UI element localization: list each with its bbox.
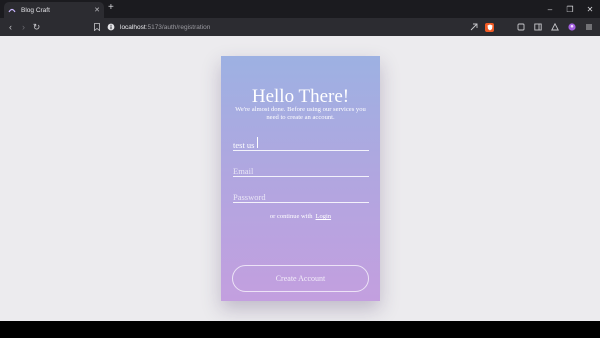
name-input[interactable] [233,137,369,153]
url-path: :5173/auth/registration [145,23,211,31]
email-input[interactable] [233,163,369,179]
password-input[interactable] [233,189,369,205]
maximize-button[interactable]: ❐ [560,0,580,18]
continue-text: or continue with [269,213,313,220]
login-link[interactable]: Login [316,213,332,220]
registration-card: Hello There! We're almost done. Before u… [221,56,380,301]
blog-craft-favicon-icon [8,6,16,14]
brave-shields-icon[interactable] [485,22,494,32]
window-controls: – ❐ ✕ [540,0,600,18]
rewards-icon[interactable] [550,21,560,33]
page-viewport: Hello There! We're almost done. Before u… [0,36,600,321]
reload-button[interactable]: ↻ [30,18,43,36]
site-info-icon[interactable] [106,23,116,31]
tab-bar: Blog Craft ✕ + – ❐ ✕ [0,0,600,18]
text-cursor [257,137,258,148]
forward-button[interactable]: › [17,18,30,36]
minimize-button[interactable]: – [540,0,560,18]
page-title: Hello There! [251,86,350,107]
page-subtitle: We're almost done. Before using our serv… [235,106,366,121]
url-text[interactable]: localhost:5173/auth/registration [120,24,210,31]
tab-blog-craft[interactable]: Blog Craft ✕ [4,2,104,18]
profile-icon[interactable] [567,21,577,33]
tab-title: Blog Craft [21,6,50,14]
bookmark-icon[interactable] [92,23,102,31]
close-window-button[interactable]: ✕ [580,0,600,18]
new-tab-button[interactable]: + [108,2,114,14]
extensions-icon[interactable] [516,21,526,33]
create-account-button[interactable]: Create Account [232,265,369,292]
password-field[interactable] [233,187,369,205]
browser-toolbar: ‹ › ↻ localhost:5173/auth/registration [0,18,600,36]
name-field[interactable] [233,135,369,153]
address-bar[interactable]: localhost:5173/auth/registration [92,21,494,33]
menu-icon[interactable] [584,21,594,33]
continue-with-line: or continue with Login [221,213,380,220]
back-button[interactable]: ‹ [4,18,17,36]
taskbar [0,321,600,338]
url-host: localhost [120,23,146,31]
sidebar-icon[interactable] [533,21,543,33]
tab-close-icon[interactable]: ✕ [94,7,100,14]
share-icon[interactable] [469,23,479,31]
email-field[interactable] [233,161,369,179]
